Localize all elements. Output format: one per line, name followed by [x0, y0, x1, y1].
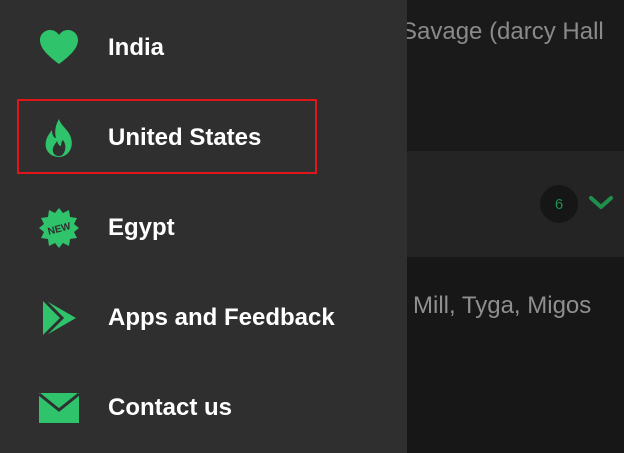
- background-row-text: Mill, Tyga, Migos: [413, 292, 592, 319]
- play-store-icon: [38, 297, 80, 339]
- drawer-item-label: Apps and Feedback: [108, 304, 335, 331]
- background-list-row: Savage (darcy Hall: [407, 0, 624, 150]
- drawer-item-india[interactable]: India: [0, 3, 407, 93]
- chevron-down-icon: [589, 196, 613, 209]
- drawer-item-apps-and-feedback[interactable]: Apps and Feedback: [0, 273, 407, 363]
- background-list-row-expandable: 6: [407, 151, 624, 257]
- navigation-drawer: India United States NEW Egypt Apps and F…: [0, 0, 407, 453]
- drawer-item-united-states[interactable]: United States: [0, 93, 407, 183]
- flame-icon: [38, 117, 80, 159]
- drawer-item-label: United States: [108, 124, 262, 151]
- mail-icon: [38, 387, 80, 429]
- heart-icon: [38, 27, 80, 69]
- background-content: Savage (darcy Hall 6 Mill, Tyga, Migos: [407, 0, 624, 453]
- background-list-row: Mill, Tyga, Migos: [407, 258, 624, 453]
- drawer-item-egypt[interactable]: NEW Egypt: [0, 183, 407, 273]
- background-row-text: Savage (darcy Hall: [407, 18, 604, 45]
- drawer-item-label: India: [108, 34, 165, 61]
- drawer-item-contact-us[interactable]: Contact us: [0, 363, 407, 453]
- new-badge-icon: NEW: [38, 207, 80, 249]
- drawer-item-label: Contact us: [108, 394, 233, 421]
- count-badge: 6: [540, 185, 578, 223]
- drawer-item-label: Egypt: [108, 214, 175, 241]
